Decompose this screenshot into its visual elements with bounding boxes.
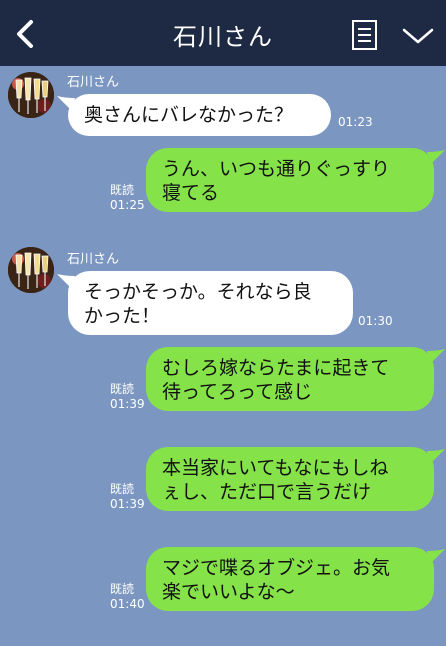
read-status: 既読 xyxy=(110,482,135,496)
message-bubble-outgoing[interactable]: むしろ嫁ならたまに起きて 待ってろって感じ xyxy=(146,347,434,411)
message-time: 01:25 xyxy=(110,198,145,212)
message-line: そっかそっか。それなら良 xyxy=(84,281,312,303)
bubble-tail xyxy=(427,150,445,164)
message-line: 楽でいいよな〜 xyxy=(162,581,295,603)
message-time: 01:23 xyxy=(338,115,373,129)
bubble-tail xyxy=(427,449,445,463)
read-receipt: 既読 01:39 xyxy=(110,382,145,412)
chat-area: 石川さん 奥さんにバレなかった？ 01:23 既読 01:25 うん、いつも通り… xyxy=(0,66,446,646)
message-time: 01:39 xyxy=(110,497,145,511)
bubble-tail xyxy=(427,549,445,563)
message-line: かった！ xyxy=(84,305,161,327)
read-receipt: 既読 01:25 xyxy=(110,183,145,213)
message-line: むしろ嫁ならたまに起きて xyxy=(162,357,390,379)
message-bubble-outgoing[interactable]: 本当家にいてもなにもしね ぇし、ただ口で言うだけ xyxy=(146,447,434,511)
read-status: 既読 xyxy=(110,183,135,197)
message-line: 本当家にいてもなにもしね xyxy=(162,457,389,479)
sender-name: 石川さん xyxy=(67,75,120,90)
bubble-tail xyxy=(427,349,445,363)
message-bubble-outgoing[interactable]: うん、いつも通りぐっすり 寝てる xyxy=(146,148,434,212)
chevron-down-icon xyxy=(402,28,434,44)
avatar[interactable] xyxy=(8,247,54,293)
read-receipt: 既読 01:39 xyxy=(110,482,145,512)
message-time: 01:40 xyxy=(110,597,145,611)
avatar[interactable] xyxy=(8,72,54,118)
champagne-glasses-icon xyxy=(8,247,54,293)
menu-button[interactable] xyxy=(400,24,436,48)
notes-button[interactable] xyxy=(349,18,381,52)
sender-name: 石川さん xyxy=(67,252,120,267)
read-status: 既読 xyxy=(110,582,135,596)
message-bubble-incoming[interactable]: そっかそっか。それなら良 かった！ xyxy=(68,271,353,335)
message-bubble-outgoing[interactable]: マジで喋るオブジェ。お気 楽でいいよな〜 xyxy=(146,547,434,611)
message-line: 寝てる xyxy=(162,182,220,204)
message-line: マジで喋るオブジェ。お気 xyxy=(162,557,391,579)
chat-header: 石川さん xyxy=(0,0,446,66)
message-line: ぇし、ただ口で言うだけ xyxy=(162,481,372,503)
message-time: 01:30 xyxy=(358,314,393,328)
read-status: 既読 xyxy=(110,382,135,396)
read-receipt: 既読 01:40 xyxy=(110,582,145,612)
champagne-glasses-icon xyxy=(8,72,54,118)
message-bubble-incoming[interactable]: 奥さんにバレなかった？ xyxy=(68,94,331,136)
notes-icon xyxy=(352,20,377,50)
message-line: 奥さんにバレなかった？ xyxy=(84,104,294,126)
message-time: 01:39 xyxy=(110,397,145,411)
message-line: 待ってろって感じ xyxy=(162,381,313,403)
message-line: うん、いつも通りぐっすり xyxy=(162,158,391,180)
